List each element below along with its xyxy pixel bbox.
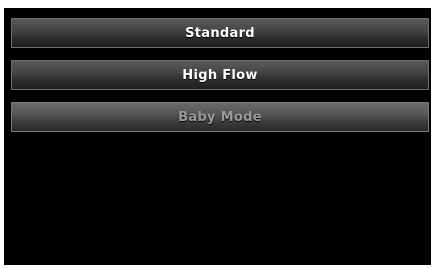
- device-screen: Standard High Flow Baby Mode: [4, 8, 431, 265]
- baby-mode-label: Baby Mode: [178, 109, 262, 125]
- high-flow-mode-label: High Flow: [182, 67, 258, 83]
- mode-list: Standard High Flow Baby Mode: [11, 18, 429, 144]
- baby-mode-button[interactable]: Baby Mode: [11, 102, 429, 132]
- high-flow-mode-button[interactable]: High Flow: [11, 60, 429, 90]
- standard-mode-label: Standard: [185, 25, 255, 41]
- standard-mode-button[interactable]: Standard: [11, 18, 429, 48]
